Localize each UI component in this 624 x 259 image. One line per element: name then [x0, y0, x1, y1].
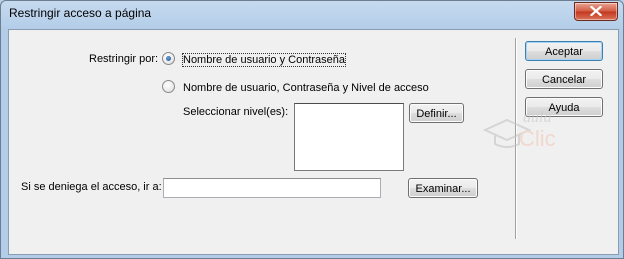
select-levels-label: Seleccionar nivel(es): — [183, 106, 289, 118]
accept-button[interactable]: Aceptar — [525, 41, 603, 61]
restrict-by-label: Restringir por: — [89, 53, 159, 65]
window-title: Restringir acceso a página — [9, 6, 152, 20]
radio-username-password-level[interactable] — [162, 80, 175, 93]
close-icon — [590, 6, 602, 16]
radio-username-password[interactable] — [162, 52, 175, 65]
dialog-body: Restringir por: Nombre de usuario y Cont… — [8, 29, 619, 255]
close-button[interactable] — [574, 2, 618, 21]
aulaclic-watermark-logo: aula Clic — [482, 109, 556, 151]
title-bar[interactable]: Restringir acceso a página — [1, 1, 623, 29]
radio-username-password-label[interactable]: Nombre de usuario y Contraseña — [181, 53, 347, 67]
deny-redirect-input[interactable] — [163, 178, 381, 198]
define-button[interactable]: Definir... — [409, 103, 464, 123]
cancel-button[interactable]: Cancelar — [525, 69, 603, 89]
levels-listbox[interactable] — [294, 103, 404, 171]
browse-button[interactable]: Examinar... — [408, 178, 478, 198]
dialog-window: Restringir acceso a página Restringir po… — [0, 0, 624, 259]
radio-username-password-level-label[interactable]: Nombre de usuario, Contraseña y Nivel de… — [183, 82, 429, 94]
watermark-text-aula: aula — [523, 109, 551, 126]
deny-redirect-label: Si se deniega el acceso, ir a: — [21, 181, 162, 193]
watermark-text-clic: Clic — [519, 126, 556, 151]
